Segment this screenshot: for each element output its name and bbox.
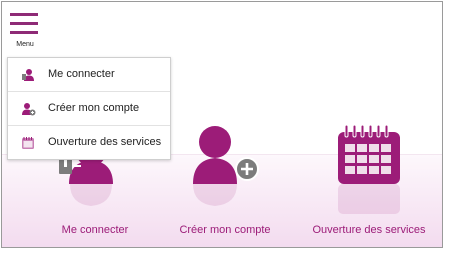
add-user-icon — [22, 103, 36, 116]
menu-item-ouverture-des-services[interactable]: Ouverture des services — [8, 126, 170, 159]
calendar-icon — [338, 124, 400, 214]
menu-item-creer-mon-compte[interactable]: Créer mon compte — [8, 92, 170, 126]
add-user-icon — [193, 126, 259, 206]
menu-item-label: Me connecter — [48, 68, 115, 80]
menu-item-label: Ouverture des services — [48, 136, 162, 148]
tile-label-ouverture-des-services: Ouverture des services — [312, 224, 426, 236]
menu-item-me-connecter[interactable]: Me connecter — [8, 58, 170, 92]
login-user-icon — [22, 69, 34, 81]
tile-creer-mon-compte[interactable]: Créer mon compte — [165, 120, 285, 242]
app-frame: Menu Me connecter Créer mon compte Ouver… — [1, 1, 443, 248]
tile-ouverture-des-services[interactable]: Ouverture des services — [309, 120, 429, 242]
menu-dropdown: Me connecter Créer mon compte Ouverture … — [7, 57, 171, 160]
calendar-icon — [22, 137, 34, 149]
hamburger-icon — [10, 13, 38, 35]
menu-item-label: Créer mon compte — [48, 102, 140, 114]
tile-label-me-connecter: Me connecter — [61, 224, 129, 236]
menu-label: Menu — [16, 41, 34, 48]
tile-label-creer-mon-compte: Créer mon compte — [179, 224, 271, 236]
menu-button[interactable]: Menu — [8, 11, 42, 51]
